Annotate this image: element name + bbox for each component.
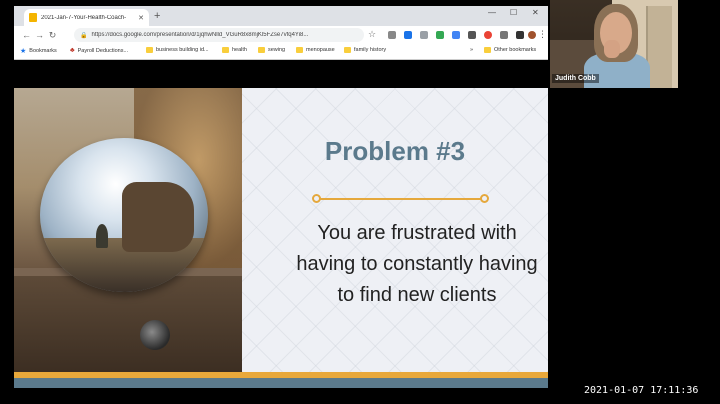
more-bookmarks-chevron[interactable]: »	[470, 47, 473, 53]
crystal-ball-photo	[14, 88, 242, 372]
extension-icon[interactable]	[468, 31, 476, 39]
forward-arrow-icon[interactable]: →	[33, 30, 46, 40]
bookmarks-bar: ★ Bookmarks ♣ Payroll Deductions... busi…	[14, 44, 548, 60]
minimize-icon[interactable]: —	[488, 8, 496, 17]
extension-icon[interactable]	[452, 31, 460, 39]
decorative-divider	[316, 198, 484, 200]
recording-timestamp: 2021-01-07 17:11:36	[584, 385, 699, 396]
back-arrow-icon[interactable]: ←	[20, 30, 33, 40]
extension-icon[interactable]	[420, 31, 428, 39]
bookmark-folder[interactable]: sewing	[258, 47, 285, 53]
bookmark-label: Payroll Deductions...	[77, 47, 129, 54]
bookmark-folder[interactable]: menopause	[296, 47, 335, 53]
extension-icon[interactable]	[388, 31, 396, 39]
bookmark-label: Other bookmarks	[494, 47, 537, 53]
slide-body-line: You are frustrated with	[317, 222, 517, 244]
folder-icon	[344, 47, 351, 53]
divider-dot	[312, 194, 321, 203]
close-window-icon[interactable]: ✕	[532, 8, 539, 17]
slide-body: You are frustrated with having to consta…	[272, 218, 548, 311]
bookmark-item[interactable]: ★ Bookmarks	[20, 47, 57, 55]
extension-icon[interactable]	[500, 31, 508, 39]
extension-icon[interactable]	[436, 31, 444, 39]
slide-body-line: having to constantly having	[296, 253, 538, 275]
bookmark-label: sewing	[268, 47, 286, 53]
maximize-icon[interactable]: ☐	[510, 8, 517, 17]
address-bar[interactable]: 🔒 https://docs.google.com/presentation/d…	[74, 28, 364, 42]
divider-dot	[480, 194, 489, 203]
footer-stripe-blue	[14, 378, 548, 388]
bookmark-star-icon[interactable]: ☆	[368, 29, 376, 40]
folder-icon	[296, 47, 303, 53]
sphere-tree	[96, 224, 108, 248]
bookmark-label: menopause	[306, 47, 335, 53]
bookmark-label: family history	[354, 47, 387, 53]
slide-body-line: to find new clients	[337, 284, 497, 306]
close-tab-icon[interactable]: ✕	[138, 14, 144, 22]
slide-title: Problem #3	[324, 136, 466, 166]
bookmark-label: Bookmarks	[29, 48, 57, 54]
participant-video[interactable]: Judith Cobb	[550, 0, 678, 88]
star-icon: ★	[20, 48, 27, 55]
slide-text-panel: Problem #3 You are frustrated with havin…	[242, 88, 548, 372]
reload-icon[interactable]: ↻	[46, 30, 59, 41]
menu-kebab-icon[interactable]: ⋮	[538, 29, 547, 40]
slides-favicon-icon	[29, 13, 37, 22]
bookmark-folder[interactable]: business building id...	[146, 47, 209, 53]
other-bookmarks[interactable]: Other bookmarks	[484, 47, 536, 53]
folder-icon	[222, 47, 229, 53]
browser-tab[interactable]: 2021-Jan-7-Your-Health-Coach- ✕	[24, 9, 149, 26]
address-url: https://docs.google.com/presentation/d/1…	[91, 32, 309, 38]
tab-strip: 2021-Jan-7-Your-Health-Coach- ✕ + — ☐ ✕	[14, 6, 548, 26]
participant-name: Judith Cobb	[552, 74, 599, 83]
glass-sphere	[40, 138, 208, 292]
extension-icon[interactable]	[484, 31, 492, 39]
maple-leaf-icon: ♣	[70, 47, 75, 54]
tab-title: 2021-Jan-7-Your-Health-Coach-	[41, 14, 127, 21]
folder-icon	[484, 47, 491, 53]
bookmark-folder[interactable]: health	[222, 47, 247, 53]
person-hand	[604, 40, 620, 58]
bookmark-label: business building id...	[156, 47, 209, 53]
bookmark-label: health	[232, 47, 247, 53]
folder-icon	[146, 47, 153, 53]
profile-avatar[interactable]	[528, 31, 536, 39]
presentation-slide: Problem #3 You are frustrated with havin…	[14, 88, 548, 388]
extension-icon[interactable]	[404, 31, 412, 39]
folder-icon	[258, 47, 265, 53]
bookmark-item[interactable]: ♣ Payroll Deductions...	[70, 47, 128, 54]
post-bolt	[140, 320, 170, 350]
sphere-rock	[122, 182, 194, 252]
new-tab-button[interactable]: +	[154, 10, 160, 22]
lock-icon: 🔒	[80, 32, 88, 39]
puzzle-icon[interactable]	[516, 31, 524, 39]
browser-window: 2021-Jan-7-Your-Health-Coach- ✕ + — ☐ ✕ …	[14, 6, 548, 60]
bookmark-folder[interactable]: family history	[344, 47, 386, 53]
browser-toolbar: ← → ↻ 🔒 https://docs.google.com/presenta…	[14, 26, 548, 44]
